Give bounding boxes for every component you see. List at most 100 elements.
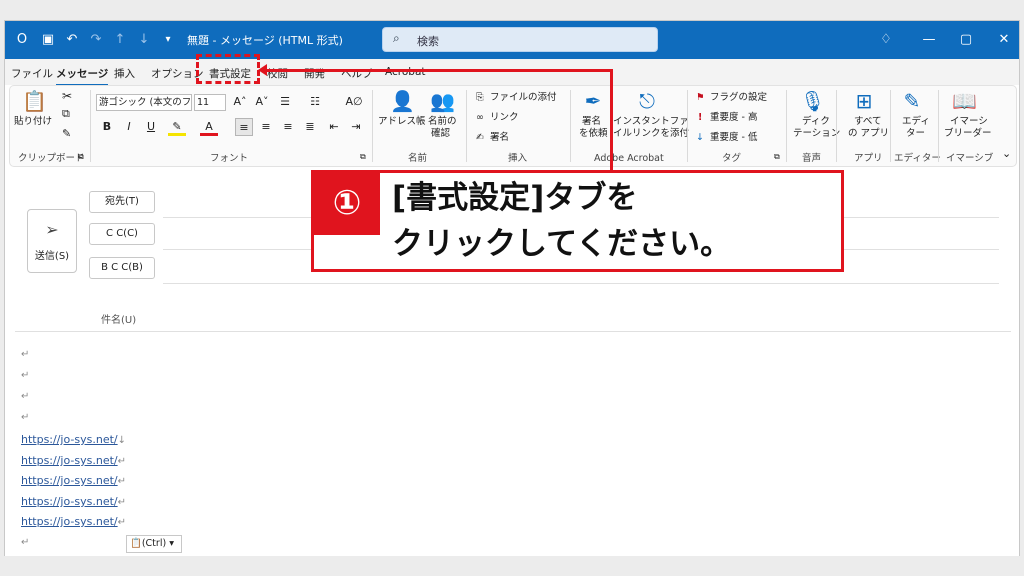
italic-icon[interactable]: I bbox=[120, 118, 138, 136]
clipboard-icon[interactable]: 📋 bbox=[22, 90, 47, 112]
all-apps-label-2[interactable]: の アプリ bbox=[848, 128, 889, 140]
subject-label: 件名(U) bbox=[101, 315, 137, 326]
link-label[interactable]: リンク bbox=[490, 112, 519, 124]
attach-file-icon[interactable]: ⎘ bbox=[476, 92, 484, 104]
apps-group-label: アプリ bbox=[854, 153, 883, 164]
instruction-callout: ① [書式設定]タブを クリックしてください。 bbox=[311, 170, 844, 272]
to-button[interactable]: 宛先(T) bbox=[89, 191, 155, 213]
cut-icon[interactable]: ✂ bbox=[62, 90, 72, 102]
grow-font-icon[interactable]: A˄ bbox=[231, 93, 249, 111]
all-apps-icon[interactable]: ⊞ bbox=[852, 90, 876, 112]
undo-icon[interactable]: ↶ bbox=[63, 31, 81, 49]
high-importance-icon[interactable]: ! bbox=[698, 112, 702, 124]
instant-link-icon[interactable]: ⎋ bbox=[635, 90, 659, 112]
tab-acrobat[interactable]: Acrobat bbox=[385, 66, 426, 78]
redo-icon[interactable]: ↷ bbox=[87, 31, 105, 49]
names-group-label: 名前 bbox=[408, 153, 428, 164]
body-link[interactable]: https://jo-sys.net/ bbox=[21, 474, 118, 487]
connector-line bbox=[262, 69, 613, 72]
bcc-field[interactable] bbox=[163, 283, 999, 284]
check-names-icon[interactable]: 👥 bbox=[430, 90, 455, 112]
font-name-dropdown[interactable]: 游ゴシック (本文のフォ bbox=[96, 94, 192, 111]
attach-file-label[interactable]: ファイルの添付 bbox=[490, 92, 557, 104]
address-book-label[interactable]: アドレス帳 bbox=[378, 116, 426, 128]
close-button[interactable]: ✕ bbox=[993, 30, 1015, 50]
numbering-icon[interactable]: ☷ bbox=[306, 93, 324, 111]
outlook-icon: O bbox=[16, 32, 28, 47]
immersive-reader-label-2[interactable]: ブリーダー bbox=[944, 128, 992, 140]
lightbulb-icon[interactable]: ♢ bbox=[875, 30, 897, 50]
increase-indent-icon[interactable]: ⇥ bbox=[347, 118, 365, 136]
justify-icon[interactable]: ≣ bbox=[301, 118, 319, 136]
paragraph-mark: ↵ bbox=[21, 412, 30, 423]
bullets-icon[interactable]: ☰ bbox=[276, 93, 294, 111]
instant-link-label-1[interactable]: インスタントファ bbox=[613, 116, 689, 128]
all-apps-label-1[interactable]: すべて bbox=[854, 116, 881, 128]
copy-icon[interactable]: ⧉ bbox=[62, 108, 70, 120]
decrease-indent-icon[interactable]: ⇤ bbox=[325, 118, 343, 136]
high-importance-label[interactable]: 重要度 - 高 bbox=[710, 112, 757, 124]
low-importance-icon[interactable]: ↓ bbox=[696, 132, 704, 144]
editor-label-2[interactable]: ター bbox=[906, 128, 925, 140]
address-book-icon[interactable]: 👤 bbox=[390, 90, 415, 112]
align-center-icon[interactable]: ≡ bbox=[257, 118, 275, 136]
subject-field[interactable] bbox=[15, 331, 1011, 332]
request-signature-label-2[interactable]: を依頼 bbox=[579, 128, 608, 140]
search-box[interactable]: ⌕ 検索 bbox=[382, 27, 658, 52]
instant-link-label-2[interactable]: イルリンクを添付 bbox=[613, 128, 689, 140]
tab-file[interactable]: ファイル bbox=[11, 66, 53, 81]
body-link[interactable]: https://jo-sys.net/ bbox=[21, 515, 118, 528]
link-icon[interactable]: ∞ bbox=[476, 112, 484, 124]
immersive-reader-icon[interactable]: 📖 bbox=[952, 90, 977, 112]
tab-message[interactable]: メッセージ bbox=[56, 66, 109, 86]
customize-toolbar-icon[interactable]: ▾ bbox=[159, 31, 177, 49]
body-link[interactable]: https://jo-sys.net/ bbox=[21, 454, 118, 467]
save-icon[interactable]: ▣ bbox=[39, 31, 57, 49]
tab-insert[interactable]: 挿入 bbox=[114, 66, 135, 81]
down-arrow-icon[interactable]: ↓ bbox=[135, 31, 153, 49]
tags-launcher-icon[interactable]: ⧉ bbox=[774, 151, 780, 163]
format-painter-icon[interactable]: ✎ bbox=[62, 128, 71, 140]
font-color-icon[interactable]: A bbox=[200, 118, 218, 136]
check-names-label-2[interactable]: 確認 bbox=[431, 128, 450, 140]
maximize-button[interactable]: ▢ bbox=[955, 30, 977, 50]
signature-label[interactable]: 署名 bbox=[490, 132, 509, 144]
microphone-icon[interactable]: 🎙 bbox=[800, 90, 825, 112]
dictate-label-1[interactable]: ディク bbox=[802, 116, 830, 128]
shrink-font-icon[interactable]: A˅ bbox=[253, 93, 271, 111]
paste-options-button[interactable]: 📋(Ctrl) ▾ bbox=[126, 535, 182, 553]
highlight-icon[interactable]: ✎ bbox=[168, 118, 186, 136]
minimize-button[interactable]: — bbox=[918, 30, 940, 50]
align-right-icon[interactable]: ≡ bbox=[279, 118, 297, 136]
request-signature-label-1[interactable]: 署名 bbox=[582, 116, 601, 128]
paragraph-mark: ↵ bbox=[21, 391, 30, 402]
up-arrow-icon[interactable]: ↑ bbox=[111, 31, 129, 49]
paste-label[interactable]: 貼り付け bbox=[14, 116, 52, 128]
clear-format-icon[interactable]: A∅ bbox=[345, 93, 363, 111]
paragraph-mark: ↵ bbox=[21, 349, 30, 360]
font-launcher-icon[interactable]: ⧉ bbox=[360, 151, 366, 163]
bcc-button[interactable]: B C C(B) bbox=[89, 257, 155, 279]
flag-icon[interactable]: ⚑ bbox=[696, 92, 705, 104]
request-signature-icon[interactable]: ✒ bbox=[578, 90, 608, 112]
font-size-dropdown[interactable]: 11 bbox=[194, 94, 226, 111]
underline-icon[interactable]: U bbox=[142, 118, 160, 136]
send-button[interactable]: ➢ 送信(S) bbox=[27, 209, 77, 273]
flag-label[interactable]: フラグの設定 bbox=[710, 92, 767, 104]
body-link[interactable]: https://jo-sys.net/ bbox=[21, 495, 118, 508]
editor-icon[interactable]: ✎ bbox=[900, 90, 924, 112]
body-link[interactable]: https://jo-sys.net/ bbox=[21, 433, 118, 446]
align-left-icon[interactable]: ≡ bbox=[235, 118, 253, 136]
check-names-label-1[interactable]: 名前の bbox=[428, 116, 457, 128]
voice-group-label: 音声 bbox=[802, 153, 822, 164]
editor-label-1[interactable]: エディ bbox=[902, 116, 930, 128]
immersive-reader-label-1[interactable]: イマーシ bbox=[950, 116, 988, 128]
paragraph-mark: ↵ bbox=[117, 456, 127, 467]
clipboard-launcher-icon[interactable]: ⧉ bbox=[78, 151, 84, 163]
bold-icon[interactable]: B bbox=[98, 118, 116, 136]
cc-button[interactable]: C C(C) bbox=[89, 223, 155, 245]
signature-icon[interactable]: ✍ bbox=[476, 132, 484, 144]
collapse-ribbon-icon[interactable]: ⌄ bbox=[1002, 148, 1011, 160]
low-importance-label[interactable]: 重要度 - 低 bbox=[710, 132, 757, 144]
dictate-label-2[interactable]: テーション bbox=[793, 128, 840, 140]
